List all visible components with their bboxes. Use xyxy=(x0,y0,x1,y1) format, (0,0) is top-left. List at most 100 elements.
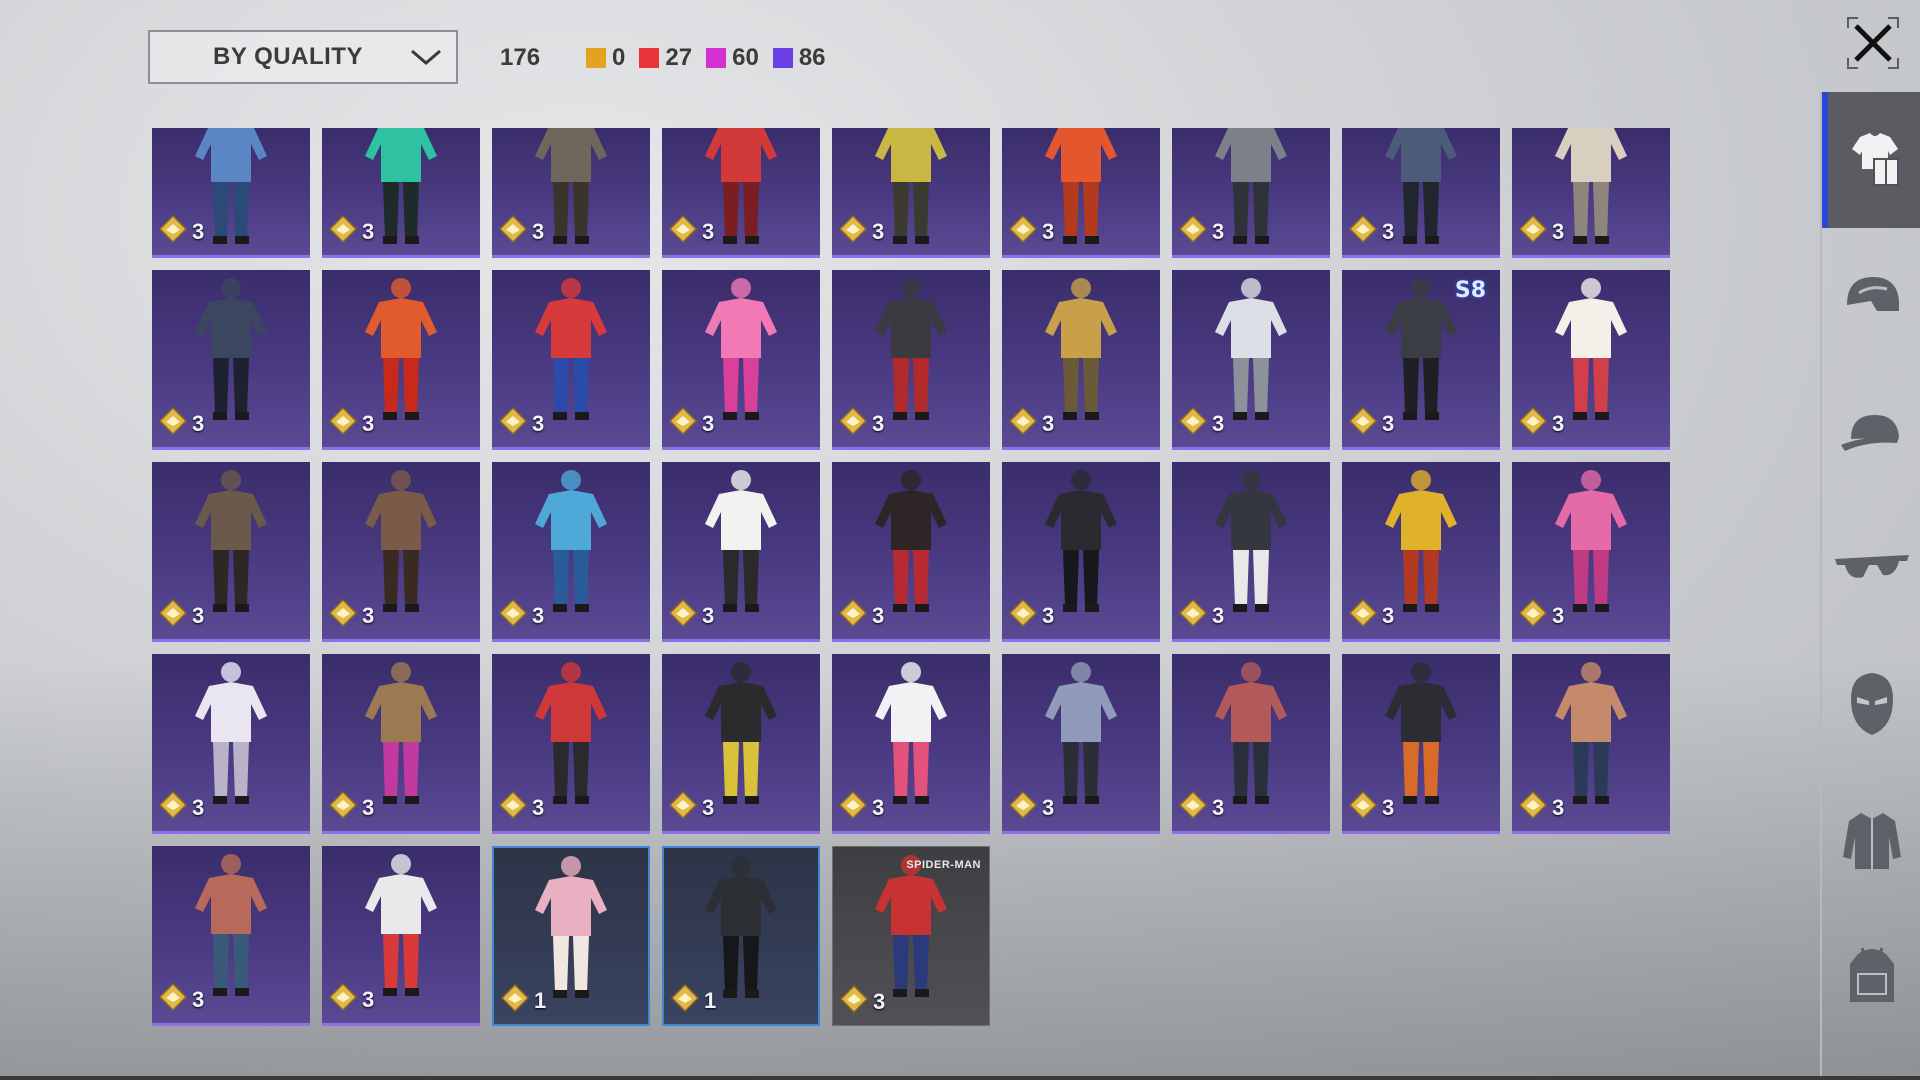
sidebar-tab-mask[interactable] xyxy=(1822,636,1920,772)
inventory-item[interactable]: 1 xyxy=(662,846,820,1026)
inventory-item[interactable]: 3 xyxy=(1512,270,1670,450)
inventory-item[interactable]: 1 xyxy=(492,846,650,1026)
count-chip-gold: 0 xyxy=(586,44,625,72)
sidebar-tab-jacket[interactable] xyxy=(1822,772,1920,908)
item-badge: 3 xyxy=(838,406,884,441)
rank-emblem-icon xyxy=(1008,406,1038,441)
inventory-item[interactable]: 3 xyxy=(492,128,650,258)
inventory-item[interactable]: 3 xyxy=(152,270,310,450)
inventory-item[interactable]: 3 xyxy=(1002,270,1160,450)
item-count: 3 xyxy=(192,218,205,244)
rank-emblem-icon xyxy=(1518,214,1548,249)
rank-emblem-icon xyxy=(328,982,358,1017)
inventory-item[interactable]: 3 xyxy=(492,462,650,642)
count-chip-red: 27 xyxy=(639,44,692,72)
pink-swatch xyxy=(706,48,727,68)
inventory-item[interactable]: 3 xyxy=(152,846,310,1026)
inventory-item[interactable]: 3 xyxy=(1512,654,1670,834)
inventory-item[interactable]: 3 xyxy=(832,462,990,642)
inventory-item[interactable]: 3 xyxy=(662,654,820,834)
rank-emblem-icon xyxy=(838,406,868,441)
inventory-item[interactable]: 3 xyxy=(322,654,480,834)
inventory-item[interactable]: 3 xyxy=(1342,462,1500,642)
inventory-item[interactable]: 3 xyxy=(1002,128,1160,258)
item-badge: 3 xyxy=(158,598,204,633)
rank-emblem-icon xyxy=(498,214,528,249)
sidebar-tab-glasses[interactable] xyxy=(1822,500,1920,636)
close-button[interactable] xyxy=(1844,14,1902,72)
item-badge: 1 xyxy=(670,983,716,1018)
inventory-item[interactable]: 3 xyxy=(492,654,650,834)
sidebar-tab-cap[interactable] xyxy=(1822,364,1920,500)
item-count: 3 xyxy=(532,410,545,436)
item-badge: 3 xyxy=(158,982,204,1017)
inventory-item[interactable]: 3 xyxy=(1512,462,1670,642)
rank-emblem-icon xyxy=(158,790,188,825)
inventory-item[interactable]: 3 xyxy=(1342,128,1500,258)
item-badge: 3 xyxy=(1348,598,1394,633)
rank-emblem-icon xyxy=(1008,790,1038,825)
item-badge: 3 xyxy=(1518,790,1564,825)
rank-emblem-icon xyxy=(838,790,868,825)
inventory-item[interactable]: 3 xyxy=(1002,654,1160,834)
item-count: 3 xyxy=(532,794,545,820)
inventory-item[interactable]: 3 xyxy=(662,128,820,258)
inventory-item[interactable]: 3 xyxy=(1172,128,1330,258)
rank-emblem-icon xyxy=(328,406,358,441)
item-count: 1 xyxy=(534,987,547,1013)
inventory-item[interactable]: 3 xyxy=(832,654,990,834)
inventory-item[interactable]: 3 xyxy=(152,462,310,642)
inventory-item[interactable]: 3 xyxy=(1342,654,1500,834)
inventory-item[interactable]: 3 xyxy=(152,654,310,834)
rank-emblem-icon xyxy=(158,982,188,1017)
inventory-item[interactable]: SPIDER-MAN 3 xyxy=(832,846,990,1026)
item-count: 3 xyxy=(1382,794,1395,820)
inventory-item[interactable]: 3 xyxy=(1172,462,1330,642)
inventory-item[interactable]: 3 xyxy=(1172,654,1330,834)
inventory-item[interactable]: 3 xyxy=(832,270,990,450)
inventory-item[interactable]: 3 xyxy=(662,270,820,450)
category-sidebar xyxy=(1820,92,1920,1080)
inventory-item[interactable]: 3 xyxy=(322,270,480,450)
inventory-item[interactable]: 3 xyxy=(322,846,480,1026)
sidebar-tab-outfit[interactable] xyxy=(1822,92,1920,228)
inventory-item[interactable]: 3 xyxy=(322,462,480,642)
red-swatch xyxy=(639,48,660,68)
inventory-item[interactable]: 3 xyxy=(322,128,480,258)
inventory-item[interactable]: 3 xyxy=(662,462,820,642)
inventory-item[interactable]: 3 xyxy=(1512,128,1670,258)
sidebar-tab-helmet[interactable] xyxy=(1822,228,1920,364)
count-chip-purple: 86 xyxy=(772,44,826,72)
item-count: 3 xyxy=(362,410,375,436)
inventory-item[interactable]: 3 xyxy=(152,128,310,258)
inventory-item[interactable]: S8 3 xyxy=(1342,270,1500,450)
rank-emblem-icon xyxy=(328,598,358,633)
inventory-item[interactable]: 3 xyxy=(492,270,650,450)
purple-swatch xyxy=(772,48,793,68)
item-count: 3 xyxy=(362,218,375,244)
inventory-item[interactable]: 3 xyxy=(832,128,990,258)
rank-emblem-icon xyxy=(1008,598,1038,633)
rank-emblem-icon xyxy=(1348,406,1378,441)
rank-emblem-icon xyxy=(1518,598,1548,633)
item-badge: 3 xyxy=(328,214,374,249)
item-count: 3 xyxy=(1382,602,1395,628)
item-count: 3 xyxy=(1382,218,1395,244)
chevron-down-icon xyxy=(396,47,456,67)
item-count: 3 xyxy=(532,602,545,628)
item-badge: 1 xyxy=(500,983,546,1018)
mask-icon xyxy=(1851,673,1893,735)
item-badge: 3 xyxy=(668,790,714,825)
inventory-item[interactable]: 3 xyxy=(1172,270,1330,450)
item-count: 3 xyxy=(702,602,715,628)
rank-emblem-icon xyxy=(1178,598,1208,633)
sort-dropdown[interactable]: BY QUALITY xyxy=(148,30,458,84)
count-purple: 86 xyxy=(798,44,826,71)
inventory-item[interactable]: 3 xyxy=(1002,462,1160,642)
item-badge: 3 xyxy=(1518,406,1564,441)
rank-emblem-icon xyxy=(1178,214,1208,249)
item-badge: 3 xyxy=(838,598,884,633)
sidebar-tab-backpack[interactable] xyxy=(1822,908,1920,1044)
rank-emblem-icon xyxy=(158,406,188,441)
rank-emblem-icon xyxy=(328,790,358,825)
